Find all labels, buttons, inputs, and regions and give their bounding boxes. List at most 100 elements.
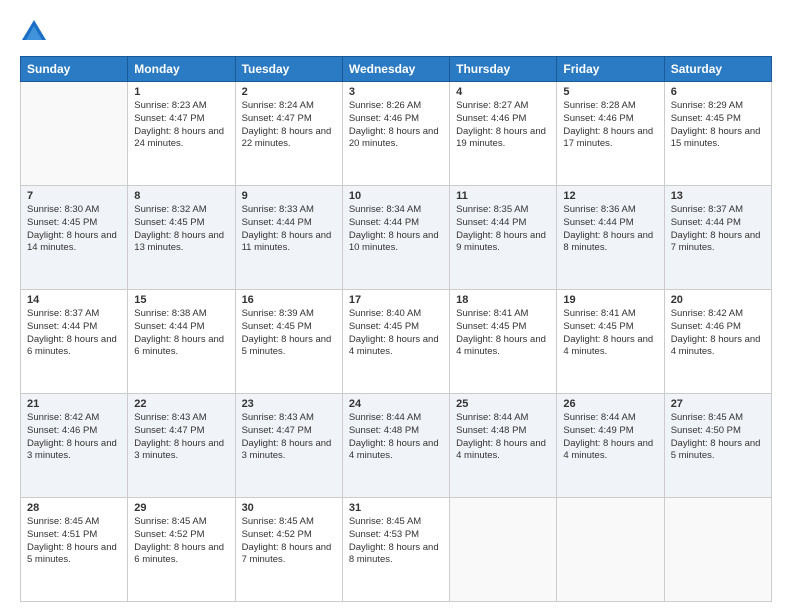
day-number: 2 (242, 86, 336, 98)
weekday-header-sunday: Sunday (21, 57, 128, 82)
logo (20, 18, 52, 46)
calendar-cell: 5 Sunrise: 8:28 AMSunset: 4:46 PMDaylight… (557, 82, 664, 186)
calendar-cell: 30 Sunrise: 8:45 AMSunset: 4:52 PMDayligh… (235, 498, 342, 602)
calendar-cell (664, 498, 771, 602)
day-number: 10 (349, 190, 443, 202)
calendar-cell: 28 Sunrise: 8:45 AMSunset: 4:51 PMDayligh… (21, 498, 128, 602)
cell-info: Sunrise: 8:45 AMSunset: 4:53 PMDaylight:… (349, 516, 443, 567)
weekday-header-tuesday: Tuesday (235, 57, 342, 82)
calendar-cell (450, 498, 557, 602)
day-number: 17 (349, 294, 443, 306)
day-number: 5 (563, 86, 657, 98)
calendar-cell: 7 Sunrise: 8:30 AMSunset: 4:45 PMDaylight… (21, 186, 128, 290)
cell-info: Sunrise: 8:40 AMSunset: 4:45 PMDaylight:… (349, 308, 443, 359)
calendar-cell: 23 Sunrise: 8:43 AMSunset: 4:47 PMDayligh… (235, 394, 342, 498)
day-number: 29 (134, 502, 228, 514)
day-number: 6 (671, 86, 765, 98)
day-number: 26 (563, 398, 657, 410)
day-number: 12 (563, 190, 657, 202)
cell-info: Sunrise: 8:41 AMSunset: 4:45 PMDaylight:… (563, 308, 657, 359)
weekday-header-thursday: Thursday (450, 57, 557, 82)
cell-info: Sunrise: 8:42 AMSunset: 4:46 PMDaylight:… (671, 308, 765, 359)
cell-info: Sunrise: 8:37 AMSunset: 4:44 PMDaylight:… (671, 204, 765, 255)
cell-info: Sunrise: 8:36 AMSunset: 4:44 PMDaylight:… (563, 204, 657, 255)
day-number: 20 (671, 294, 765, 306)
calendar-cell: 4 Sunrise: 8:27 AMSunset: 4:46 PMDaylight… (450, 82, 557, 186)
cell-info: Sunrise: 8:32 AMSunset: 4:45 PMDaylight:… (134, 204, 228, 255)
weekday-header-friday: Friday (557, 57, 664, 82)
day-number: 30 (242, 502, 336, 514)
day-number: 23 (242, 398, 336, 410)
calendar-cell: 9Sunrise: 8:33 AMSunset: 4:44 PMDaylight… (235, 186, 342, 290)
calendar-cell (21, 82, 128, 186)
calendar-cell (557, 498, 664, 602)
cell-info: Sunrise: 8:38 AMSunset: 4:44 PMDaylight:… (134, 308, 228, 359)
cell-info: Sunrise: 8:42 AMSunset: 4:46 PMDaylight:… (27, 412, 121, 463)
cell-info: Sunrise: 8:37 AMSunset: 4:44 PMDaylight:… (27, 308, 121, 359)
cell-info: Sunrise: 8:45 AMSunset: 4:52 PMDaylight:… (242, 516, 336, 567)
day-number: 19 (563, 294, 657, 306)
calendar-cell: 24Sunrise: 8:44 AMSunset: 4:48 PMDayligh… (342, 394, 449, 498)
cell-info: Sunrise: 8:24 AMSunset: 4:47 PMDaylight:… (242, 100, 336, 151)
cell-info: Sunrise: 8:43 AMSunset: 4:47 PMDaylight:… (242, 412, 336, 463)
cell-info: Sunrise: 8:23 AMSunset: 4:47 PMDaylight:… (134, 100, 228, 151)
calendar-week-1: 1 Sunrise: 8:23 AMSunset: 4:47 PMDaylight… (21, 82, 772, 186)
calendar-week-5: 28 Sunrise: 8:45 AMSunset: 4:51 PMDayligh… (21, 498, 772, 602)
calendar-cell: 1 Sunrise: 8:23 AMSunset: 4:47 PMDaylight… (128, 82, 235, 186)
calendar-week-4: 21 Sunrise: 8:42 AMSunset: 4:46 PMDayligh… (21, 394, 772, 498)
day-number: 13 (671, 190, 765, 202)
cell-info: Sunrise: 8:41 AMSunset: 4:45 PMDaylight:… (456, 308, 550, 359)
cell-info: Sunrise: 8:29 AMSunset: 4:45 PMDaylight:… (671, 100, 765, 151)
calendar-cell: 11Sunrise: 8:35 AMSunset: 4:44 PMDayligh… (450, 186, 557, 290)
cell-info: Sunrise: 8:39 AMSunset: 4:45 PMDaylight:… (242, 308, 336, 359)
page: SundayMondayTuesdayWednesdayThursdayFrid… (0, 0, 792, 612)
cell-info: Sunrise: 8:45 AMSunset: 4:52 PMDaylight:… (134, 516, 228, 567)
day-number: 27 (671, 398, 765, 410)
calendar-cell: 25 Sunrise: 8:44 AMSunset: 4:48 PMDayligh… (450, 394, 557, 498)
day-number: 21 (27, 398, 121, 410)
calendar-cell: 27Sunrise: 8:45 AMSunset: 4:50 PMDayligh… (664, 394, 771, 498)
cell-info: Sunrise: 8:43 AMSunset: 4:47 PMDaylight:… (134, 412, 228, 463)
cell-info: Sunrise: 8:34 AMSunset: 4:44 PMDaylight:… (349, 204, 443, 255)
calendar-cell: 21 Sunrise: 8:42 AMSunset: 4:46 PMDayligh… (21, 394, 128, 498)
calendar-week-3: 14 Sunrise: 8:37 AMSunset: 4:44 PMDayligh… (21, 290, 772, 394)
calendar-cell: 14 Sunrise: 8:37 AMSunset: 4:44 PMDayligh… (21, 290, 128, 394)
day-number: 8 (134, 190, 228, 202)
calendar-cell: 29 Sunrise: 8:45 AMSunset: 4:52 PMDayligh… (128, 498, 235, 602)
day-number: 28 (27, 502, 121, 514)
calendar-cell: 17 Sunrise: 8:40 AMSunset: 4:45 PMDayligh… (342, 290, 449, 394)
calendar-cell: 3Sunrise: 8:26 AMSunset: 4:46 PMDaylight… (342, 82, 449, 186)
calendar-body: 1 Sunrise: 8:23 AMSunset: 4:47 PMDaylight… (21, 82, 772, 602)
logo-icon (20, 18, 48, 46)
cell-info: Sunrise: 8:30 AMSunset: 4:45 PMDaylight:… (27, 204, 121, 255)
cell-info: Sunrise: 8:44 AMSunset: 4:49 PMDaylight:… (563, 412, 657, 463)
calendar-cell: 18 Sunrise: 8:41 AMSunset: 4:45 PMDayligh… (450, 290, 557, 394)
calendar-cell: 26 Sunrise: 8:44 AMSunset: 4:49 PMDayligh… (557, 394, 664, 498)
day-number: 4 (456, 86, 550, 98)
weekday-row: SundayMondayTuesdayWednesdayThursdayFrid… (21, 57, 772, 82)
calendar-cell: 22 Sunrise: 8:43 AMSunset: 4:47 PMDayligh… (128, 394, 235, 498)
day-number: 9 (242, 190, 336, 202)
day-number: 3 (349, 86, 443, 98)
cell-info: Sunrise: 8:45 AMSunset: 4:51 PMDaylight:… (27, 516, 121, 567)
day-number: 7 (27, 190, 121, 202)
cell-info: Sunrise: 8:44 AMSunset: 4:48 PMDaylight:… (456, 412, 550, 463)
calendar-cell: 6 Sunrise: 8:29 AMSunset: 4:45 PMDaylight… (664, 82, 771, 186)
day-number: 1 (134, 86, 228, 98)
calendar-header: SundayMondayTuesdayWednesdayThursdayFrid… (21, 57, 772, 82)
day-number: 22 (134, 398, 228, 410)
calendar-cell: 19 Sunrise: 8:41 AMSunset: 4:45 PMDayligh… (557, 290, 664, 394)
day-number: 16 (242, 294, 336, 306)
day-number: 11 (456, 190, 550, 202)
day-number: 14 (27, 294, 121, 306)
day-number: 25 (456, 398, 550, 410)
calendar-cell: 2 Sunrise: 8:24 AMSunset: 4:47 PMDaylight… (235, 82, 342, 186)
day-number: 18 (456, 294, 550, 306)
calendar-cell: 13 Sunrise: 8:37 AMSunset: 4:44 PMDayligh… (664, 186, 771, 290)
cell-info: Sunrise: 8:28 AMSunset: 4:46 PMDaylight:… (563, 100, 657, 151)
calendar-cell: 12 Sunrise: 8:36 AMSunset: 4:44 PMDayligh… (557, 186, 664, 290)
calendar-cell: 16 Sunrise: 8:39 AMSunset: 4:45 PMDayligh… (235, 290, 342, 394)
weekday-header-monday: Monday (128, 57, 235, 82)
day-number: 31 (349, 502, 443, 514)
cell-info: Sunrise: 8:27 AMSunset: 4:46 PMDaylight:… (456, 100, 550, 151)
